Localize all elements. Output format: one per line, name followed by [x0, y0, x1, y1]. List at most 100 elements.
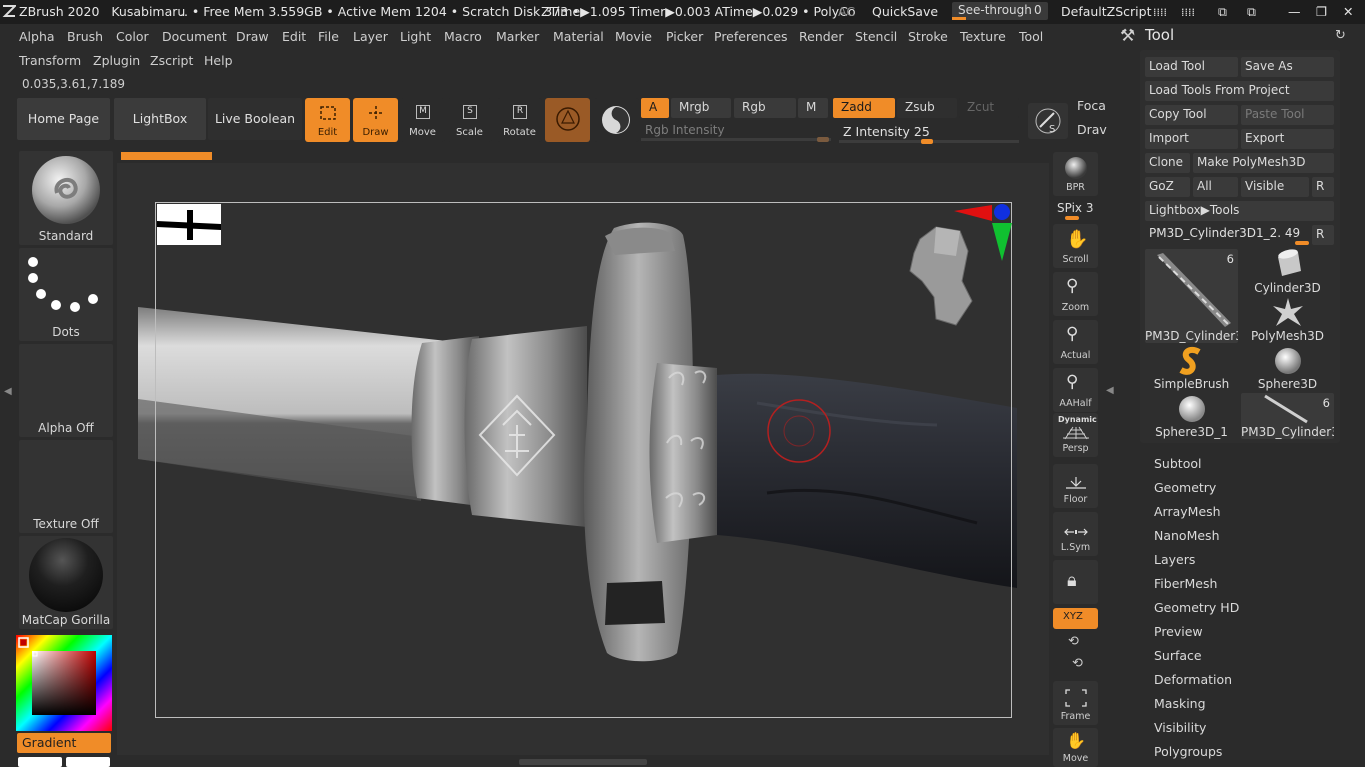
zoom-button[interactable]: ⚲ Zoom	[1053, 272, 1098, 316]
floor-button[interactable]: Floor	[1053, 464, 1098, 508]
menu-layer[interactable]: Layer	[353, 29, 388, 44]
spix-slider[interactable]: SPix 3	[1053, 200, 1098, 222]
quicksave-button[interactable]: QuickSave	[872, 4, 938, 19]
see-through-slider[interactable]: See-through 0	[952, 2, 1048, 20]
left-tray-handle[interactable]: ◀	[4, 340, 12, 450]
menu-render[interactable]: Render	[799, 29, 844, 44]
save-as-button[interactable]: Save As	[1241, 57, 1334, 77]
goz-all-button[interactable]: All	[1193, 177, 1238, 197]
section-layers[interactable]: Layers	[1154, 552, 1195, 567]
secondary-color-swatch[interactable]	[66, 757, 110, 767]
menu-layout-alt-icon[interactable]: ⁞⁞⁞⁞	[1181, 6, 1195, 19]
tool-thumb-polymesh3d[interactable]: PolyMesh3D	[1241, 297, 1334, 343]
menu-color[interactable]: Color	[116, 29, 149, 44]
scroll-button[interactable]: ✋ Scroll	[1053, 224, 1098, 268]
menu-stroke[interactable]: Stroke	[908, 29, 948, 44]
right-tray-handle[interactable]: ◀	[1106, 330, 1114, 460]
section-nanomesh[interactable]: NanoMesh	[1154, 528, 1220, 543]
goz-button[interactable]: GoZ	[1145, 177, 1190, 197]
alpha-a-toggle[interactable]: A	[641, 98, 669, 118]
alpha-selector[interactable]: Alpha Off	[19, 344, 113, 437]
bottom-tray-handle[interactable]	[519, 759, 647, 765]
brush-selector[interactable]: Standard	[19, 151, 113, 245]
menu-file[interactable]: File	[318, 29, 339, 44]
zadd-toggle[interactable]: Zadd	[833, 98, 895, 118]
material-selector[interactable]: MatCap Gorilla	[19, 536, 113, 629]
load-tools-from-project-button[interactable]: Load Tools From Project	[1145, 81, 1334, 101]
goz-r-button[interactable]: R	[1312, 177, 1334, 197]
section-geometry[interactable]: Geometry	[1154, 480, 1216, 495]
load-tool-button[interactable]: Load Tool	[1145, 57, 1238, 77]
clone-button[interactable]: Clone	[1145, 153, 1190, 173]
section-geometry-hd[interactable]: Geometry HD	[1154, 600, 1239, 615]
xyz-rotation-button[interactable]: XYZ	[1053, 608, 1098, 629]
z-rotation-icon[interactable]: ⟲	[1072, 656, 1083, 671]
menu-transform[interactable]: Transform	[19, 53, 81, 68]
frame-button[interactable]: Frame	[1053, 681, 1098, 725]
menu-layout-icon[interactable]: ⁞⁞⁞⁞	[1153, 6, 1167, 19]
main-color-swatch[interactable]	[18, 757, 62, 767]
edit-mode-button[interactable]: Edit	[305, 98, 350, 142]
move-view-button[interactable]: ✋ Move	[1053, 728, 1098, 767]
menu-zplugin[interactable]: Zplugin	[93, 53, 140, 68]
section-fibermesh[interactable]: FiberMesh	[1154, 576, 1217, 591]
rgb-toggle[interactable]: Rgb	[734, 98, 796, 118]
actual-size-button[interactable]: ⚲ Actual	[1053, 320, 1098, 364]
zsub-toggle[interactable]: Zsub	[897, 98, 957, 118]
section-surface[interactable]: Surface	[1154, 648, 1202, 663]
gyro-lock-button[interactable]: 🔒︎	[1053, 560, 1098, 604]
maximize-icon[interactable]: ❐	[1316, 4, 1327, 19]
section-deformation[interactable]: Deformation	[1154, 672, 1232, 687]
copy-ui-icon[interactable]: ⧉	[1218, 4, 1227, 20]
menu-edit[interactable]: Edit	[282, 29, 306, 44]
orientation-gizmo[interactable]	[906, 201, 1016, 329]
tool-thumb-sphere3d-1[interactable]: Sphere3D_1	[1145, 393, 1238, 439]
menu-brush[interactable]: Brush	[67, 29, 103, 44]
z-intensity-slider[interactable]	[839, 139, 1019, 144]
menu-help[interactable]: Help	[204, 53, 233, 68]
rgb-intensity-slider[interactable]	[641, 137, 831, 142]
material-sphere-button[interactable]	[545, 98, 590, 142]
m-toggle[interactable]: M	[798, 98, 828, 118]
document-tab-bar[interactable]	[121, 152, 212, 160]
tool-thumb-simplebrush[interactable]: SimpleBrush	[1145, 345, 1238, 391]
menu-draw[interactable]: Draw	[236, 29, 269, 44]
menu-tool[interactable]: Tool	[1019, 29, 1043, 44]
stroke-selector[interactable]: Dots	[19, 248, 113, 341]
palette-refresh-icon[interactable]: ↻	[1335, 28, 1346, 43]
restore-ui-icon[interactable]: ⧉	[1247, 4, 1256, 20]
section-visibility[interactable]: Visibility	[1154, 720, 1206, 735]
menu-stencil[interactable]: Stencil	[855, 29, 897, 44]
default-zscript-button[interactable]: DefaultZScript	[1061, 4, 1152, 19]
menu-texture[interactable]: Texture	[960, 29, 1006, 44]
menu-preferences[interactable]: Preferences	[714, 29, 788, 44]
menu-movie[interactable]: Movie	[615, 29, 652, 44]
export-button[interactable]: Export	[1241, 129, 1334, 149]
color-picker[interactable]	[16, 635, 112, 731]
menu-marker[interactable]: Marker	[496, 29, 539, 44]
menu-alpha[interactable]: Alpha	[19, 29, 55, 44]
paste-tool-button[interactable]: Paste Tool	[1241, 105, 1334, 125]
mrgb-toggle[interactable]: Mrgb	[671, 98, 731, 118]
gradient-toggle[interactable]: Gradient	[17, 733, 111, 753]
tool-thumb-cylinder3d[interactable]: Cylinder3D	[1241, 249, 1334, 295]
menu-zscript[interactable]: Zscript	[150, 53, 193, 68]
make-polymesh3d-button[interactable]: Make PolyMesh3D	[1193, 153, 1334, 173]
section-masking[interactable]: Masking	[1154, 696, 1206, 711]
spotlight-button[interactable]	[594, 98, 639, 142]
tool-thumb-sphere3d[interactable]: Sphere3D	[1241, 345, 1334, 391]
import-button[interactable]: Import	[1145, 129, 1238, 149]
move-mode-button[interactable]: M Move	[400, 98, 445, 142]
section-subtool[interactable]: Subtool	[1154, 456, 1201, 471]
y-rotation-icon[interactable]: ⟲	[1068, 634, 1079, 649]
live-boolean-button[interactable]: Live Boolean	[208, 98, 302, 140]
lightbox-button[interactable]: LightBox	[114, 98, 206, 140]
tool-thumb-pm3d-cylinder-2[interactable]: 6 PM3D_Cylinder3	[1241, 393, 1334, 439]
current-tool-r-button[interactable]: R	[1312, 225, 1334, 245]
local-symmetry-button[interactable]: L.Sym	[1053, 512, 1098, 556]
scale-mode-button[interactable]: S Scale	[447, 98, 492, 142]
section-polygroups[interactable]: Polygroups	[1154, 744, 1222, 759]
menu-macro[interactable]: Macro	[444, 29, 482, 44]
navigation-thumbnail[interactable]	[157, 204, 221, 245]
menu-material[interactable]: Material	[553, 29, 604, 44]
